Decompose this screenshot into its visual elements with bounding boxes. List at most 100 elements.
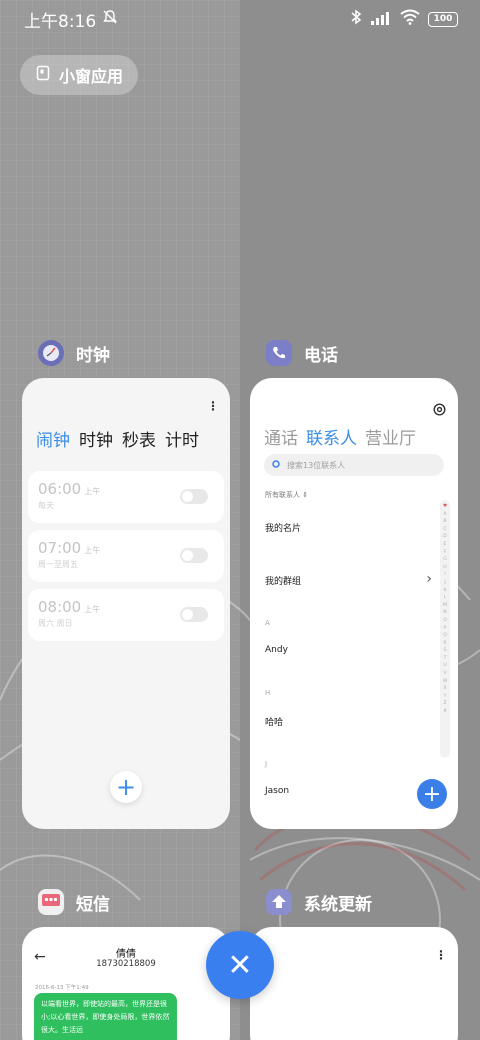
alarm-time: 06:00 (38, 480, 82, 498)
my-groups-label: 我的群组 (265, 577, 302, 587)
alarm-item[interactable]: 08:00 上午 周六 周日 (28, 589, 224, 641)
contact-filter[interactable]: 所有联系人 ⇕ (265, 490, 308, 500)
contact-item[interactable]: Andy (265, 645, 288, 655)
section-letter: H (265, 689, 271, 697)
message-timestamp: 2016-6-13 下午1:49 (35, 985, 89, 991)
index-letter[interactable]: I (444, 571, 445, 579)
alarm-time: 07:00 (38, 539, 82, 557)
index-letter[interactable]: V (443, 670, 446, 678)
alphabet-index[interactable]: ♥ A B C D E F G H I J K L M N O P Q R S T U V W X Y Z # (440, 500, 450, 758)
alarm-repeat: 周一至周五 (38, 560, 78, 569)
chevron-updown-icon: ⇕ (302, 491, 309, 499)
bluetooth-icon (350, 9, 362, 29)
message-bubble[interactable]: 以端看世界，即使站的最高，世界还是很小;以心看世界，即使身处局限，世界依然很大。… (34, 993, 177, 1040)
alarm-item[interactable]: 06:00 上午 每天 (28, 471, 224, 523)
more-options-icon[interactable]: ⋮ (435, 949, 447, 961)
index-letter[interactable]: X (443, 685, 446, 693)
index-letter[interactable]: P (444, 625, 447, 633)
clock-tabs: 闹钟 时钟 秒表 计时 (36, 426, 199, 451)
index-letter[interactable]: Y (444, 693, 447, 701)
update-app-header[interactable]: 系统更新 (266, 889, 372, 915)
contact-search-input[interactable]: 搜索13位联系人 (264, 454, 444, 476)
tab-stopwatch[interactable]: 秒表 (122, 426, 156, 451)
alarm-item[interactable]: 07:00 上午 周一至周五 (28, 530, 224, 582)
index-letter[interactable]: F (444, 549, 447, 557)
index-letter[interactable]: S (444, 647, 447, 655)
phone-app-name: 电话 (304, 345, 338, 366)
my-card-item[interactable]: 我的名片 (265, 521, 301, 534)
alarm-toggle[interactable] (180, 548, 208, 563)
system-update-icon (266, 889, 292, 915)
index-letter[interactable]: O (443, 617, 447, 625)
tab-clock[interactable]: 时钟 (79, 426, 113, 451)
update-app-name: 系统更新 (304, 894, 372, 915)
index-letter[interactable]: R (443, 640, 446, 648)
alarm-toggle[interactable] (180, 489, 208, 504)
conversation-number: 18730218809 (96, 959, 156, 969)
index-letter[interactable]: N (443, 609, 446, 617)
clock-app-header[interactable]: 时钟 (38, 340, 110, 366)
status-bar: 上午8:16 100 (0, 0, 480, 38)
tab-contacts[interactable]: 联系人 (306, 424, 357, 449)
sms-app-card[interactable]: ← 倩倩 18730218809 2016-6-13 下午1:49 以端看世界，… (22, 927, 230, 1040)
clock-app-card[interactable]: ⋮ 闹钟 时钟 秒表 计时 06:00 上午 每天 07:00 上午 周一至周五 0… (22, 378, 230, 829)
alarm-ampm: 上午 (84, 546, 101, 555)
tab-alarm[interactable]: 闹钟 (36, 426, 70, 451)
index-letter[interactable]: H (443, 564, 446, 572)
index-letter[interactable]: L (444, 594, 447, 602)
index-letter[interactable]: U (443, 662, 446, 670)
index-letter[interactable]: Z (443, 700, 446, 708)
index-letter[interactable]: C (443, 526, 446, 534)
sms-app-header[interactable]: 短信 (38, 889, 110, 915)
alarm-time: 08:00 (38, 598, 82, 616)
alarm-ampm: 上午 (84, 487, 101, 496)
index-letter[interactable]: M (443, 602, 447, 610)
battery-icon: 100 (428, 11, 458, 27)
index-letter[interactable]: K (443, 587, 446, 595)
status-time: 上午8:16 (24, 11, 97, 32)
tab-service-hall[interactable]: 营业厅 (365, 424, 416, 449)
clock-app-icon (38, 340, 64, 366)
wifi-icon (400, 9, 420, 29)
index-letter[interactable]: T (444, 655, 447, 663)
index-letter[interactable]: E (444, 541, 447, 549)
floating-window-label: 小窗应用 (59, 67, 124, 86)
floating-window-icon (36, 65, 50, 85)
conversation-name: 倩倩 (116, 949, 136, 960)
index-letter[interactable]: # (443, 708, 447, 716)
index-letter[interactable]: B (443, 518, 446, 526)
index-letter[interactable]: Q (443, 632, 447, 640)
chevron-right-icon: › (426, 571, 432, 587)
index-letter[interactable]: J (444, 579, 445, 587)
my-groups-item[interactable]: 我的群组 › (265, 571, 432, 587)
sms-app-name: 短信 (76, 894, 110, 915)
alarm-repeat: 周六 周日 (38, 619, 73, 628)
clear-all-button[interactable]: ✕ (206, 931, 274, 999)
alarm-ampm: 上午 (84, 605, 101, 614)
alarm-toggle[interactable] (180, 607, 208, 622)
signal-icon (370, 10, 392, 29)
settings-icon[interactable] (433, 401, 446, 420)
index-letter[interactable]: A (443, 511, 446, 519)
add-alarm-button[interactable]: + (110, 771, 142, 803)
update-app-card[interactable]: ⋮ (250, 927, 458, 1040)
phone-app-icon (266, 340, 292, 366)
index-letter[interactable]: ♥ (443, 503, 447, 511)
contact-item[interactable]: 哈哈 (265, 715, 283, 728)
index-letter[interactable]: G (443, 556, 447, 564)
floating-window-button[interactable]: 小窗应用 (20, 55, 138, 95)
phone-app-header[interactable]: 电话 (266, 340, 338, 366)
add-contact-button[interactable]: + (417, 779, 447, 809)
phone-tabs: 通话 联系人 营业厅 (264, 424, 416, 449)
index-letter[interactable]: W (443, 678, 448, 686)
phone-app-card[interactable]: 通话 联系人 营业厅 搜索13位联系人 所有联系人 ⇕ 我的名片 我的群组 › … (250, 378, 458, 829)
message-app-icon (38, 889, 64, 915)
more-options-icon[interactable]: ⋮ (207, 400, 219, 412)
clock-app-name: 时钟 (76, 345, 110, 366)
tab-timer[interactable]: 计时 (165, 426, 199, 451)
contact-item[interactable]: Jason (265, 786, 289, 796)
tab-calls[interactable]: 通话 (264, 424, 298, 449)
section-letter: J (265, 760, 268, 768)
section-letter: A (265, 619, 270, 627)
index-letter[interactable]: D (443, 533, 447, 541)
